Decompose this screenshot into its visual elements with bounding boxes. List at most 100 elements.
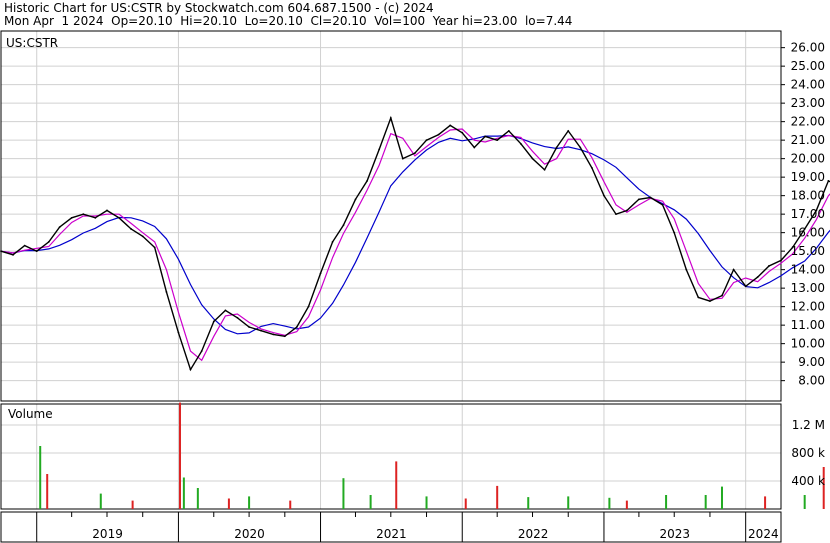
- volume-panel-frame: [0, 403, 782, 510]
- price-tick-label: 13.00: [791, 281, 825, 295]
- price-point: [260, 329, 263, 332]
- price-point: [507, 130, 510, 132]
- price-tick-label: 14.00: [791, 263, 825, 277]
- price-point: [47, 241, 50, 243]
- price-point: [177, 331, 180, 334]
- price-point: [756, 276, 759, 278]
- price-point: [615, 213, 617, 216]
- year-label: 2019: [92, 527, 123, 541]
- price-tick-label: 17.00: [791, 207, 825, 221]
- price-point: [531, 157, 534, 160]
- volume-bar: [704, 495, 707, 509]
- price-point: [625, 209, 628, 212]
- price-tick-label: 22.00: [791, 115, 825, 129]
- volume-bar: [182, 477, 185, 509]
- price-point: [307, 305, 310, 308]
- price-point: [106, 209, 108, 212]
- price-tick-label: 15.00: [791, 244, 825, 258]
- volume-bar: [196, 488, 199, 509]
- volume-bar: [464, 498, 467, 509]
- price-point: [649, 196, 652, 199]
- volume-tick-label: 800 k: [791, 446, 825, 460]
- price-point: [637, 198, 640, 201]
- price-point: [519, 142, 522, 145]
- price-point: [236, 316, 239, 319]
- volume-bar: [764, 496, 767, 509]
- price-point: [496, 139, 499, 142]
- volume-bar: [527, 497, 530, 509]
- price-point: [780, 259, 782, 262]
- price-point: [248, 326, 250, 328]
- price-point: [449, 124, 452, 127]
- price-point: [342, 224, 345, 227]
- price-tick-label: 16.00: [791, 226, 825, 240]
- price-point: [661, 204, 664, 206]
- price-point: [153, 246, 156, 249]
- volume-bar: [369, 495, 372, 509]
- price-point: [591, 167, 593, 169]
- volume-label: Volume: [8, 407, 53, 421]
- volume-bar: [248, 496, 251, 509]
- price-point: [685, 268, 688, 271]
- volume-bar: [496, 485, 499, 509]
- price-tick-label: 19.00: [791, 170, 825, 184]
- volume-bar: [99, 493, 102, 509]
- price-point: [437, 133, 440, 136]
- price-tick-label: 10.00: [791, 337, 825, 351]
- price-tick-label: 24.00: [791, 78, 825, 92]
- price-point: [212, 320, 215, 323]
- volume-bar: [39, 446, 42, 509]
- price-point: [319, 272, 322, 275]
- price-tick-label: 23.00: [791, 96, 825, 110]
- price-tick-label: 26.00: [791, 41, 825, 55]
- year-label: 2022: [518, 527, 549, 541]
- price-point: [141, 235, 144, 238]
- price-point: [721, 294, 723, 297]
- price-point: [579, 146, 582, 149]
- price-panel-frame: [0, 30, 782, 402]
- price-point: [0, 250, 2, 253]
- price-tick-label: 8.00: [798, 374, 825, 388]
- price-point: [768, 265, 770, 267]
- price-point: [543, 168, 546, 171]
- year-label: 2021: [376, 527, 407, 541]
- volume-bar: [665, 495, 668, 509]
- price-point: [189, 368, 192, 371]
- price-point: [673, 231, 676, 234]
- volume-tick-label: 1.2 M: [792, 418, 825, 432]
- price-point: [354, 198, 357, 201]
- price-point: [473, 146, 476, 149]
- price-point: [425, 139, 428, 142]
- price-point: [165, 290, 168, 293]
- volume-bar: [803, 495, 806, 509]
- price-point: [130, 228, 132, 230]
- volume-bar: [608, 497, 611, 509]
- moving-average-long-line: [0, 134, 830, 335]
- price-point: [389, 117, 392, 119]
- volume-bars: [39, 402, 825, 509]
- price-point: [732, 268, 735, 271]
- price-point: [70, 216, 73, 219]
- year-label: 2023: [660, 527, 691, 541]
- price-point: [35, 250, 38, 253]
- price-tick-label: 12.00: [791, 300, 825, 314]
- price-series: [0, 115, 830, 372]
- volume-bar: [131, 500, 134, 509]
- price-point: [401, 157, 404, 160]
- price-point: [118, 216, 120, 219]
- volume-bar: [227, 498, 230, 509]
- price-point: [224, 309, 227, 312]
- price-point: [567, 130, 570, 132]
- price-point: [94, 216, 97, 219]
- price-point: [82, 213, 85, 216]
- price-point: [272, 333, 275, 336]
- price-tick-label: 9.00: [798, 355, 825, 369]
- price-tick-label: 21.00: [791, 133, 825, 147]
- price-point: [709, 300, 711, 302]
- price-tick-label: 11.00: [791, 318, 825, 332]
- price-tick-label: 25.00: [791, 59, 825, 73]
- volume-bar: [289, 500, 292, 509]
- volume-bar: [46, 474, 49, 509]
- volume-bar: [178, 402, 181, 509]
- price-point: [295, 326, 298, 328]
